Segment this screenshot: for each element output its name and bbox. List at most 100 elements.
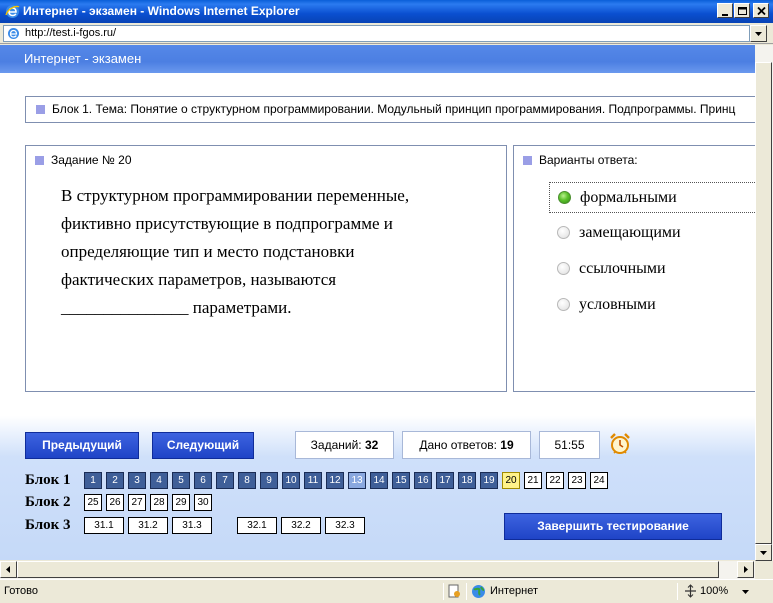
timer: 51:55 — [539, 431, 600, 459]
address-dropdown-button[interactable] — [750, 25, 767, 42]
close-button[interactable] — [753, 3, 769, 18]
radio-button[interactable] — [557, 262, 570, 275]
url-text: http://test.i-fgos.ru/ — [25, 27, 117, 39]
answered-count: Дано ответов: 19 — [402, 431, 531, 459]
task-cell-31.1[interactable]: 31.1 — [84, 517, 124, 534]
task-cell-32.2[interactable]: 32.2 — [281, 517, 321, 534]
block2-label: Блок 2 — [25, 494, 71, 510]
task-cell-31.3[interactable]: 31.3 — [172, 517, 212, 534]
horizontal-scroll-thumb[interactable] — [17, 561, 719, 578]
answers-heading-row: Варианты ответа: — [523, 153, 638, 167]
answered-value: 19 — [500, 438, 514, 452]
task-cell-22[interactable]: 22 — [546, 472, 564, 489]
previous-button[interactable]: Предыдущий — [25, 432, 139, 459]
zoom-level[interactable]: 100% — [700, 585, 728, 597]
bullet-square-icon — [523, 156, 532, 166]
task-cell-31.2[interactable]: 31.2 — [128, 517, 168, 534]
task-cell-20[interactable]: 20 — [502, 472, 520, 489]
task-cell-28[interactable]: 28 — [150, 494, 168, 511]
minimize-icon — [722, 14, 728, 16]
task-cell-6[interactable]: 6 — [194, 472, 212, 489]
status-bar: Готово Интернет 100% — [0, 579, 773, 603]
answer-label: ссылочными — [579, 260, 666, 277]
task-cell-25[interactable]: 25 — [84, 494, 102, 511]
question-line: фиктивно присутствующие в подпрограмме и — [61, 214, 393, 233]
block3-label: Блок 3 — [25, 517, 71, 533]
arrow-right-icon — [744, 566, 748, 573]
alarm-clock-icon — [610, 433, 630, 454]
task-cell-29[interactable]: 29 — [172, 494, 190, 511]
task-cell-32.3[interactable]: 32.3 — [325, 517, 365, 534]
maximize-button[interactable] — [734, 3, 750, 18]
task-cell-18[interactable]: 18 — [458, 472, 476, 489]
block-title-bar: Блок 1. Тема: Понятие о структурном прог… — [25, 96, 755, 123]
question-line: В структурном программировании переменны… — [61, 186, 410, 205]
answer-label: формальными — [580, 189, 677, 206]
question-heading: Задание № 20 — [51, 153, 132, 167]
internet-explorer-icon — [5, 5, 20, 18]
scroll-down-button[interactable] — [755, 544, 772, 561]
task-cell-12[interactable]: 12 — [326, 472, 344, 489]
radio-button-selected[interactable] — [558, 191, 571, 204]
scroll-left-button[interactable] — [0, 561, 17, 578]
task-cell-32.1[interactable]: 32.1 — [237, 517, 277, 534]
arrow-down-icon — [760, 551, 767, 555]
radio-button[interactable] — [557, 226, 570, 239]
task-cell-7[interactable]: 7 — [216, 472, 234, 489]
question-panel: Задание № 20 В структурном программирова… — [25, 145, 507, 392]
zone-text: Интернет — [490, 585, 538, 597]
next-button[interactable]: Следующий — [152, 432, 254, 459]
tasks-count: Заданий: 32 — [295, 431, 394, 459]
answer-option-1[interactable]: формальными — [549, 182, 755, 213]
task-cell-11[interactable]: 11 — [304, 472, 322, 489]
question-line: _______________ параметрами. — [61, 298, 292, 317]
task-cell-14[interactable]: 14 — [370, 472, 388, 489]
minimize-button[interactable] — [717, 3, 733, 18]
answers-heading: Варианты ответа: — [539, 153, 638, 167]
task-cell-2[interactable]: 2 — [106, 472, 124, 489]
answer-option-3[interactable]: ссылочными — [549, 254, 755, 285]
task-cell-24[interactable]: 24 — [590, 472, 608, 489]
task-cell-5[interactable]: 5 — [172, 472, 190, 489]
vertical-scroll-thumb[interactable] — [755, 62, 772, 544]
task-cell-15[interactable]: 15 — [392, 472, 410, 489]
block-title: Блок 1. Тема: Понятие о структурном прог… — [52, 102, 736, 116]
question-line: определяющие тип и место подстановки — [61, 242, 355, 261]
task-cell-1[interactable]: 1 — [84, 472, 102, 489]
zoom-icon[interactable] — [684, 584, 697, 598]
maximize-icon — [738, 7, 747, 15]
task-cell-13[interactable]: 13 — [348, 472, 366, 489]
answers-panel: Варианты ответа: формальными замещающими… — [513, 145, 755, 392]
window-title: Интернет - экзамен - Windows Internet Ex… — [23, 4, 300, 18]
task-cell-19[interactable]: 19 — [480, 472, 498, 489]
radio-button[interactable] — [557, 298, 570, 311]
answer-option-2[interactable]: замещающими — [549, 218, 755, 249]
scrollbar-corner — [755, 561, 773, 579]
status-separator — [677, 583, 678, 600]
vertical-scrollbar[interactable] — [755, 45, 773, 561]
task-cell-21[interactable]: 21 — [524, 472, 542, 489]
task-cell-8[interactable]: 8 — [238, 472, 256, 489]
task-cell-23[interactable]: 23 — [568, 472, 586, 489]
horizontal-scrollbar[interactable] — [0, 561, 755, 579]
page-content: Интернет - экзамен Блок 1. Тема: Понятие… — [0, 45, 755, 560]
status-text: Готово — [4, 585, 38, 597]
answer-option-4[interactable]: условными — [549, 290, 755, 321]
status-separator — [443, 583, 444, 600]
scroll-right-button[interactable] — [737, 561, 754, 578]
task-cell-3[interactable]: 3 — [128, 472, 146, 489]
address-field[interactable]: http://test.i-fgos.ru/ — [3, 25, 750, 42]
close-icon — [757, 6, 766, 16]
task-cell-27[interactable]: 27 — [128, 494, 146, 511]
task-cell-16[interactable]: 16 — [414, 472, 432, 489]
task-cell-17[interactable]: 17 — [436, 472, 454, 489]
task-cell-30[interactable]: 30 — [194, 494, 212, 511]
chevron-down-icon[interactable] — [741, 584, 751, 598]
task-cell-10[interactable]: 10 — [282, 472, 300, 489]
block1-label: Блок 1 — [25, 472, 71, 488]
task-cell-4[interactable]: 4 — [150, 472, 168, 489]
task-cell-9[interactable]: 9 — [260, 472, 278, 489]
finish-test-button[interactable]: Завершить тестирование — [504, 513, 722, 540]
page-report-icon[interactable] — [447, 584, 461, 598]
task-cell-26[interactable]: 26 — [106, 494, 124, 511]
